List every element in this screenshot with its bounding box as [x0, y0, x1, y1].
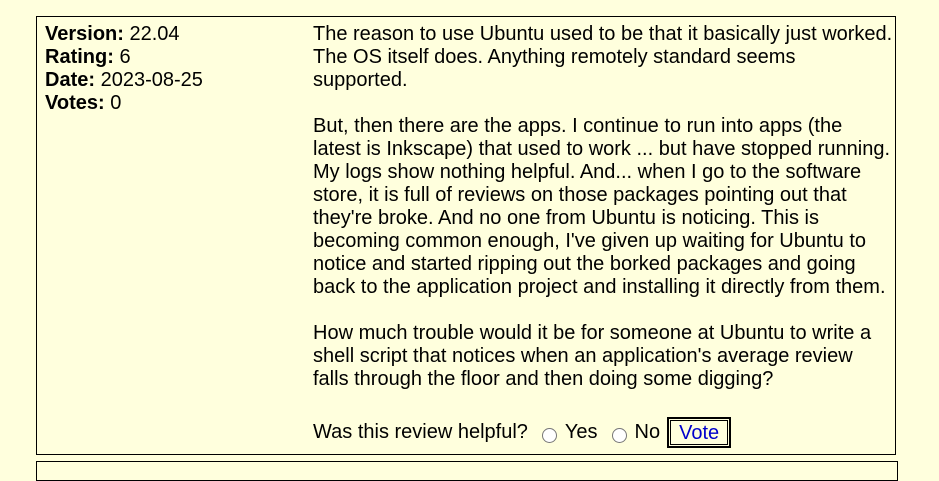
- votes-label: Votes:: [45, 92, 105, 114]
- review-meta: Version: 22.04 Rating: 6 Date: 2023-08-2…: [45, 23, 203, 115]
- version-value: 22.04: [129, 23, 180, 45]
- rating-value: 6: [119, 46, 131, 68]
- yes-radio[interactable]: [541, 427, 557, 443]
- review-paragraph: How much trouble would it be for someone…: [313, 322, 872, 390]
- no-radio[interactable]: [611, 427, 627, 443]
- date-label: Date:: [45, 69, 96, 91]
- votes-row: Votes: 0: [45, 92, 203, 115]
- yes-label: Yes: [564, 420, 598, 443]
- version-row: Version: 22.04: [45, 23, 203, 46]
- votes-value: 0: [110, 92, 122, 114]
- helpful-vote-form: Was this review helpful? Yes No Vote: [313, 415, 732, 449]
- rating-label: Rating:: [45, 46, 114, 68]
- helpful-question: Was this review helpful?: [313, 420, 528, 443]
- review-body: The reason to use Ubuntu used to be that…: [313, 23, 893, 414]
- next-review-card: [36, 461, 898, 481]
- date-value: 2023-08-25: [100, 69, 203, 91]
- vote-button[interactable]: Vote: [667, 416, 732, 448]
- review-paragraph: The reason to use Ubuntu used to be that…: [313, 23, 893, 91]
- date-row: Date: 2023-08-25: [45, 69, 203, 92]
- review-paragraph: But, then there are the apps. I continue…: [313, 115, 891, 298]
- no-label: No: [634, 420, 661, 443]
- version-label: Version:: [45, 23, 124, 45]
- rating-row: Rating: 6: [45, 46, 203, 69]
- review-card: Version: 22.04 Rating: 6 Date: 2023-08-2…: [36, 16, 896, 455]
